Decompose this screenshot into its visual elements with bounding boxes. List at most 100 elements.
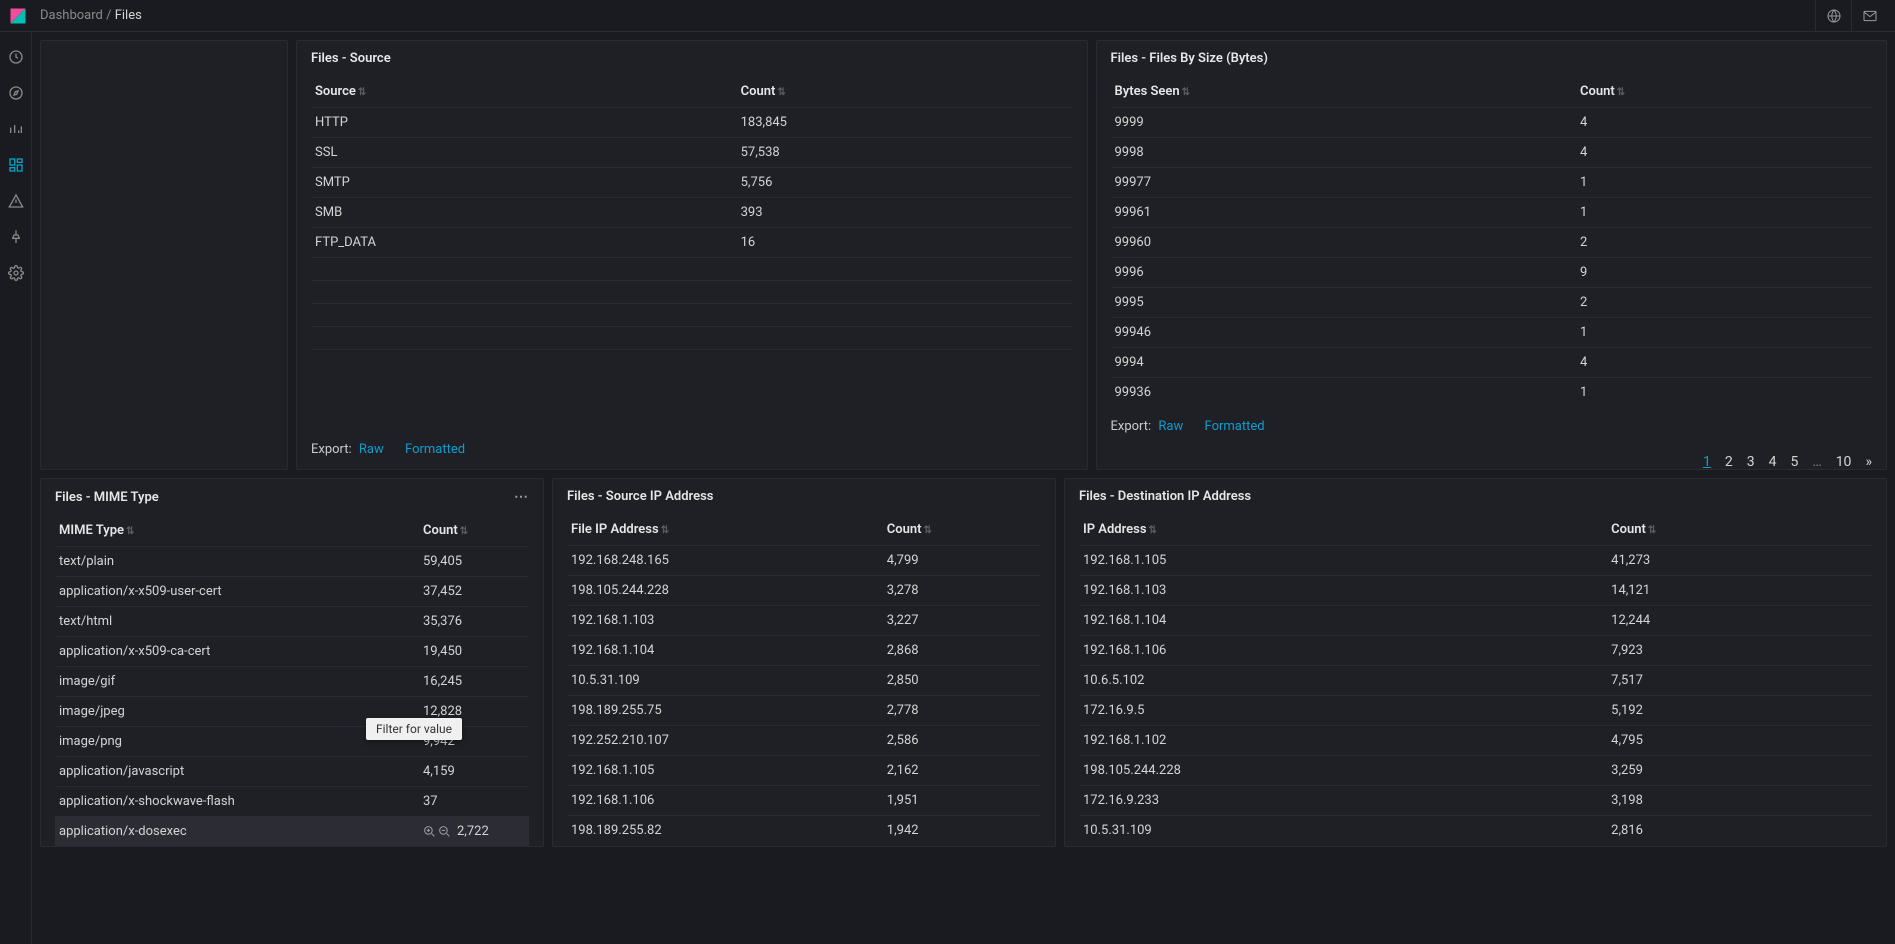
table-row[interactable]: application/x-shockwave-flash37 <box>55 787 529 817</box>
table-row[interactable]: application/x-x509-user-cert37,452 <box>55 577 529 607</box>
clock-icon[interactable] <box>7 48 25 66</box>
col-count[interactable]: Count⇅ <box>1576 76 1872 108</box>
table-row[interactable]: application/x-dosexec2,722 <box>55 817 529 847</box>
export-raw[interactable]: Raw <box>1158 419 1197 434</box>
col-bytes[interactable]: Bytes Seen⇅ <box>1111 76 1576 108</box>
table-row[interactable]: text/plain59,405 <box>55 547 529 577</box>
table-row[interactable]: 99944 <box>1111 348 1873 378</box>
table-row[interactable]: 99969 <box>1111 258 1873 288</box>
sidebar <box>0 32 32 944</box>
export-footer: Export: Raw Formatted <box>297 430 1087 469</box>
table-row[interactable]: text/html35,376 <box>55 607 529 637</box>
table-row[interactable]: 192.168.1.10541,273 <box>1079 546 1872 576</box>
mail-icon[interactable] <box>1851 0 1887 32</box>
table-row[interactable]: 192.168.1.1061,951 <box>567 786 1041 816</box>
page-link[interactable]: 4 <box>1769 454 1777 470</box>
table-row[interactable]: application/x-x509-ca-cert19,450 <box>55 637 529 667</box>
panel-title: Files - Destination IP Address <box>1079 489 1251 504</box>
breadcrumb-parent[interactable]: Dashboard <box>40 8 103 23</box>
visualize-icon[interactable] <box>7 120 25 138</box>
export-raw[interactable]: Raw <box>359 442 398 457</box>
table-row[interactable]: 99952 <box>1111 288 1873 318</box>
page-link: … <box>1812 454 1821 470</box>
app-logo[interactable] <box>8 6 28 26</box>
table-row[interactable]: 198.105.244.2283,278 <box>567 576 1041 606</box>
table-row[interactable]: application/javascript4,159 <box>55 757 529 787</box>
table-row[interactable]: 192.168.1.10314,121 <box>1079 576 1872 606</box>
table-row[interactable]: 10.6.5.1027,517 <box>1079 666 1872 696</box>
export-footer: Export: Raw Formatted <box>1097 407 1887 446</box>
table-row[interactable]: 99984 <box>1111 138 1873 168</box>
col-mime[interactable]: MIME Type⇅ <box>55 515 419 547</box>
col-ip[interactable]: File IP Address⇅ <box>567 514 883 546</box>
files-mime-panel: Files - MIME Type ⋯ MIME Type⇅ Count⇅ te… <box>40 478 544 847</box>
table-row[interactable]: 192.168.1.1042,868 <box>567 636 1041 666</box>
table-row[interactable]: 999611 <box>1111 198 1873 228</box>
table-row[interactable]: 10.5.31.1092,816 <box>1079 816 1872 846</box>
table-row[interactable]: 99994 <box>1111 108 1873 138</box>
panel-title: Files - Files By Size (Bytes) <box>1111 51 1268 66</box>
table-row[interactable]: 192.168.248.1654,799 <box>567 546 1041 576</box>
col-source[interactable]: Source⇅ <box>311 76 737 108</box>
page-link[interactable]: 10 <box>1836 454 1852 470</box>
dashboard-content: Files - Source Source⇅ Count⇅ HTTP183,84… <box>32 32 1895 944</box>
table-row[interactable]: HTTP183,845 <box>311 108 1073 138</box>
zoom-in-icon[interactable] <box>423 825 436 838</box>
export-formatted[interactable]: Formatted <box>405 442 479 457</box>
breadcrumb-current: Files <box>115 8 142 23</box>
table-row[interactable]: 192.168.1.1052,162 <box>567 756 1041 786</box>
table-row[interactable]: FTP_DATA16 <box>311 228 1073 258</box>
page-link[interactable]: 1 <box>1703 454 1711 470</box>
table-row[interactable]: 999602 <box>1111 228 1873 258</box>
table-row[interactable]: 999771 <box>1111 168 1873 198</box>
table-row[interactable]: SMB393 <box>311 198 1073 228</box>
page-link[interactable]: 3 <box>1747 454 1755 470</box>
table-row[interactable]: 192.168.1.1033,227 <box>567 606 1041 636</box>
mime-table: MIME Type⇅ Count⇅ text/plain59,405applic… <box>55 515 529 846</box>
col-count[interactable]: Count⇅ <box>737 76 1073 108</box>
page-link[interactable]: 5 <box>1790 454 1798 470</box>
export-formatted[interactable]: Formatted <box>1205 419 1279 434</box>
topbar: Dashboard / Files <box>0 0 1895 32</box>
table-row[interactable]: 172.16.9.55,192 <box>1079 696 1872 726</box>
col-count[interactable]: Count⇅ <box>419 515 529 547</box>
table-row[interactable]: 999461 <box>1111 318 1873 348</box>
table-row[interactable]: SMTP5,756 <box>311 168 1073 198</box>
files-srcip-panel: Files - Source IP Address File IP Addres… <box>552 478 1056 847</box>
table-row[interactable]: image/jpeg12,828 <box>55 697 529 727</box>
source-table: Source⇅ Count⇅ HTTP183,845SSL57,538SMTP5… <box>311 76 1073 257</box>
table-row[interactable]: SSL57,538 <box>311 138 1073 168</box>
table-row[interactable]: 198.189.255.821,942 <box>567 816 1041 846</box>
col-ip[interactable]: IP Address⇅ <box>1079 514 1607 546</box>
table-row[interactable]: image/gif16,245 <box>55 667 529 697</box>
pin-icon[interactable] <box>7 228 25 246</box>
compass-icon[interactable] <box>7 84 25 102</box>
dashboard-icon[interactable] <box>7 156 25 174</box>
files-dstip-panel: Files - Destination IP Address IP Addres… <box>1064 478 1887 847</box>
col-count[interactable]: Count⇅ <box>1607 514 1872 546</box>
table-row[interactable]: 10.5.31.1092,850 <box>567 666 1041 696</box>
table-row[interactable]: 198.189.255.752,778 <box>567 696 1041 726</box>
panel-menu-icon[interactable]: ⋯ <box>514 489 529 505</box>
files-bysize-panel: Files - Files By Size (Bytes) Bytes Seen… <box>1096 40 1888 470</box>
breadcrumb: Dashboard / Files <box>40 8 142 23</box>
table-row[interactable]: 198.105.244.2283,259 <box>1079 756 1872 786</box>
table-row[interactable]: 192.168.1.10412,244 <box>1079 606 1872 636</box>
table-row[interactable]: 999361 <box>1111 378 1873 408</box>
table-row[interactable]: 192.168.1.1024,795 <box>1079 726 1872 756</box>
table-row[interactable]: 172.16.9.2333,198 <box>1079 786 1872 816</box>
globe-icon[interactable] <box>1815 0 1851 32</box>
col-count[interactable]: Count⇅ <box>883 514 1041 546</box>
panel-title: Files - Source IP Address <box>567 489 713 504</box>
table-row[interactable]: 192.252.210.1072,586 <box>567 726 1041 756</box>
gear-icon[interactable] <box>7 264 25 282</box>
srcip-table: File IP Address⇅ Count⇅ 192.168.248.1654… <box>567 514 1041 845</box>
page-link[interactable]: » <box>1865 454 1872 470</box>
panel-title: Files - MIME Type <box>55 490 159 505</box>
alert-icon[interactable] <box>7 192 25 210</box>
table-row[interactable]: 192.168.1.1067,923 <box>1079 636 1872 666</box>
table-row[interactable]: image/png9,942 <box>55 727 529 757</box>
bysize-table: Bytes Seen⇅ Count⇅ 999949998499977199961… <box>1111 76 1873 407</box>
page-link[interactable]: 2 <box>1725 454 1733 470</box>
zoom-out-icon[interactable] <box>438 825 451 838</box>
